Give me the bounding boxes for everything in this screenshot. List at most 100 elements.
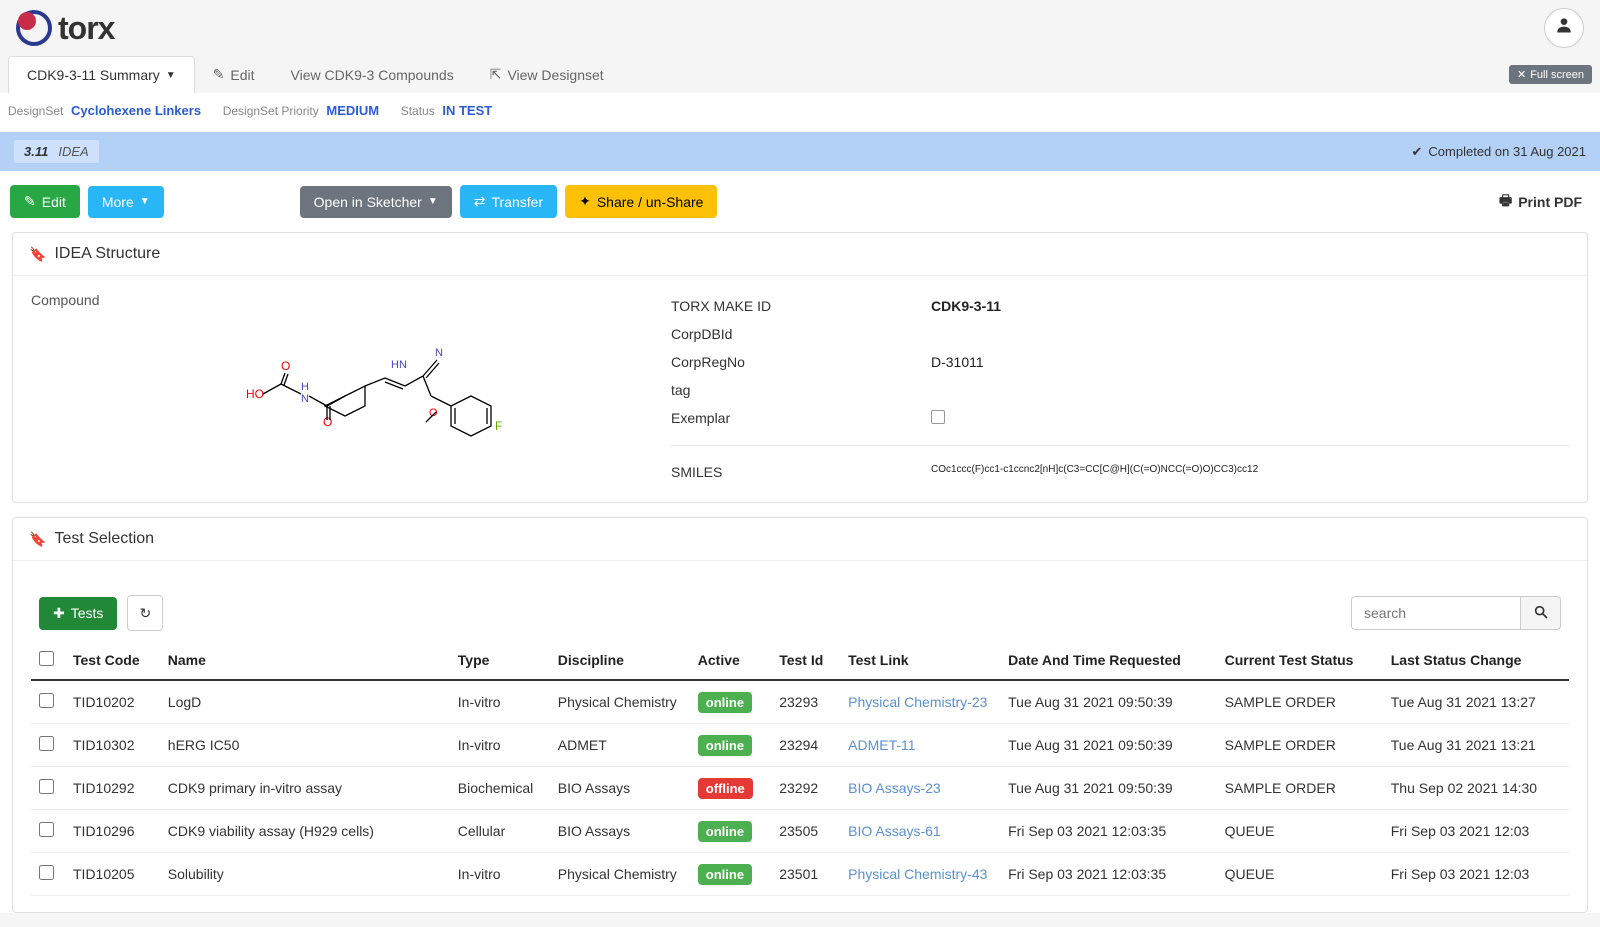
external-icon: ⇱ (490, 66, 502, 83)
share-icon: ✦ (579, 193, 591, 210)
cell-status: SAMPLE ORDER (1217, 767, 1383, 810)
status-label: Status (401, 104, 435, 118)
tag-label: tag (671, 382, 931, 398)
divider (671, 445, 1569, 446)
col-active[interactable]: Active (690, 641, 771, 680)
svg-text:O: O (281, 359, 290, 373)
select-all-checkbox[interactable] (39, 651, 54, 666)
row-checkbox[interactable] (39, 736, 54, 751)
col-testid[interactable]: Test Id (771, 641, 840, 680)
cell-status: QUEUE (1217, 853, 1383, 896)
refresh-icon: ↻ (140, 605, 152, 622)
col-testlink[interactable]: Test Link (840, 641, 1000, 680)
svg-text:O: O (323, 415, 332, 429)
cell-name: CDK9 primary in-vitro assay (160, 767, 450, 810)
designset-link[interactable]: Cyclohexene Linkers (71, 103, 201, 118)
cell-lastchange: Tue Aug 31 2021 13:27 (1383, 680, 1569, 724)
refresh-button[interactable]: ↻ (127, 595, 163, 631)
tab-view-designset[interactable]: ⇱ View Designset (472, 56, 622, 93)
search-input[interactable] (1351, 596, 1521, 630)
cell-test-code: TID10205 (65, 853, 160, 896)
molecule-structure: HO O H N O (231, 338, 531, 478)
corpregno-value: D-31011 (931, 354, 984, 370)
status-value: IN TEST (442, 103, 492, 118)
row-checkbox[interactable] (39, 865, 54, 880)
table-row: TID10302hERG IC50In-vitroADMETonline2329… (31, 724, 1569, 767)
cell-status: SAMPLE ORDER (1217, 680, 1383, 724)
caret-down-icon: ▼ (140, 196, 150, 207)
active-badge: online (698, 864, 752, 885)
priority-value: MEDIUM (326, 103, 379, 118)
cell-status: SAMPLE ORDER (1217, 724, 1383, 767)
more-button[interactable]: More ▼ (88, 186, 164, 218)
cell-testid: 23505 (771, 810, 840, 853)
caret-down-icon: ▼ (166, 70, 176, 81)
col-lastchange[interactable]: Last Status Change (1383, 641, 1569, 680)
test-link[interactable]: ADMET-11 (848, 737, 915, 753)
cell-test-code: TID10296 (65, 810, 160, 853)
cell-discipline: BIO Assays (550, 810, 690, 853)
logo-icon (16, 10, 52, 46)
idea-chip[interactable]: 3.11 IDEA (14, 140, 99, 163)
logo-text: torx (58, 10, 114, 47)
table-row: TID10292CDK9 primary in-vitro assayBioch… (31, 767, 1569, 810)
test-link[interactable]: Physical Chemistry-23 (848, 694, 987, 710)
torx-make-id-label: TORX MAKE ID (671, 298, 931, 314)
tab-view-compounds[interactable]: View CDK9-3 Compounds (273, 57, 472, 93)
row-checkbox[interactable] (39, 779, 54, 794)
add-tests-button[interactable]: ✚ Tests (39, 597, 117, 630)
plus-icon: ✚ (53, 605, 65, 622)
compound-label: Compound (31, 292, 631, 308)
cell-name: hERG IC50 (160, 724, 450, 767)
row-checkbox[interactable] (39, 693, 54, 708)
svg-text:N: N (301, 393, 309, 405)
completed-status: ✔ Completed on 31 Aug 2021 (1412, 144, 1586, 160)
cell-test-code: TID10202 (65, 680, 160, 724)
exemplar-checkbox[interactable] (931, 410, 945, 424)
svg-text:HN: HN (391, 359, 407, 371)
col-type[interactable]: Type (450, 641, 550, 680)
fullscreen-button[interactable]: ✕ Full screen (1509, 65, 1592, 84)
active-badge: online (698, 821, 752, 842)
svg-text:H: H (301, 381, 309, 393)
search-button[interactable] (1521, 596, 1561, 630)
print-pdf-button[interactable]: 🖶 Print PDF (1499, 190, 1590, 214)
tab-summary[interactable]: CDK9-3-11 Summary ▼ (8, 56, 195, 93)
cell-type: In-vitro (450, 853, 550, 896)
cell-discipline: BIO Assays (550, 767, 690, 810)
smiles-label: SMILES (671, 464, 931, 480)
open-sketcher-button[interactable]: Open in Sketcher ▼ (300, 186, 452, 218)
caret-down-icon: ▼ (428, 196, 438, 207)
user-avatar[interactable] (1544, 8, 1584, 48)
test-link[interactable]: BIO Assays-61 (848, 823, 941, 839)
cell-lastchange: Fri Sep 03 2021 12:03 (1383, 810, 1569, 853)
active-badge: online (698, 692, 752, 713)
transfer-button[interactable]: ⇄ Transfer (460, 185, 557, 218)
col-status[interactable]: Current Test Status (1217, 641, 1383, 680)
active-badge: offline (698, 778, 753, 799)
share-button[interactable]: ✦ Share / un-Share (565, 185, 717, 218)
col-discipline[interactable]: Discipline (550, 641, 690, 680)
cell-testid: 23294 (771, 724, 840, 767)
cell-type: In-vitro (450, 724, 550, 767)
idea-label: IDEA (58, 144, 88, 159)
col-requested[interactable]: Date And Time Requested (1000, 641, 1216, 680)
col-name[interactable]: Name (160, 641, 450, 680)
cell-discipline: Physical Chemistry (550, 853, 690, 896)
app-logo[interactable]: torx (16, 10, 114, 47)
test-link[interactable]: BIO Assays-23 (848, 780, 941, 796)
col-test-code[interactable]: Test Code (65, 641, 160, 680)
tab-edit[interactable]: ✎ Edit (195, 56, 273, 93)
edit-button[interactable]: ✎ Edit (10, 185, 80, 218)
cell-requested: Tue Aug 31 2021 09:50:39 (1000, 724, 1216, 767)
cell-type: Cellular (450, 810, 550, 853)
cell-requested: Tue Aug 31 2021 09:50:39 (1000, 680, 1216, 724)
cell-status: QUEUE (1217, 810, 1383, 853)
cell-lastchange: Thu Sep 02 2021 14:30 (1383, 767, 1569, 810)
row-checkbox[interactable] (39, 822, 54, 837)
test-link[interactable]: Physical Chemistry-43 (848, 866, 987, 882)
cell-name: Solubility (160, 853, 450, 896)
cell-test-code: TID10292 (65, 767, 160, 810)
cell-discipline: ADMET (550, 724, 690, 767)
cell-requested: Fri Sep 03 2021 12:03:35 (1000, 853, 1216, 896)
